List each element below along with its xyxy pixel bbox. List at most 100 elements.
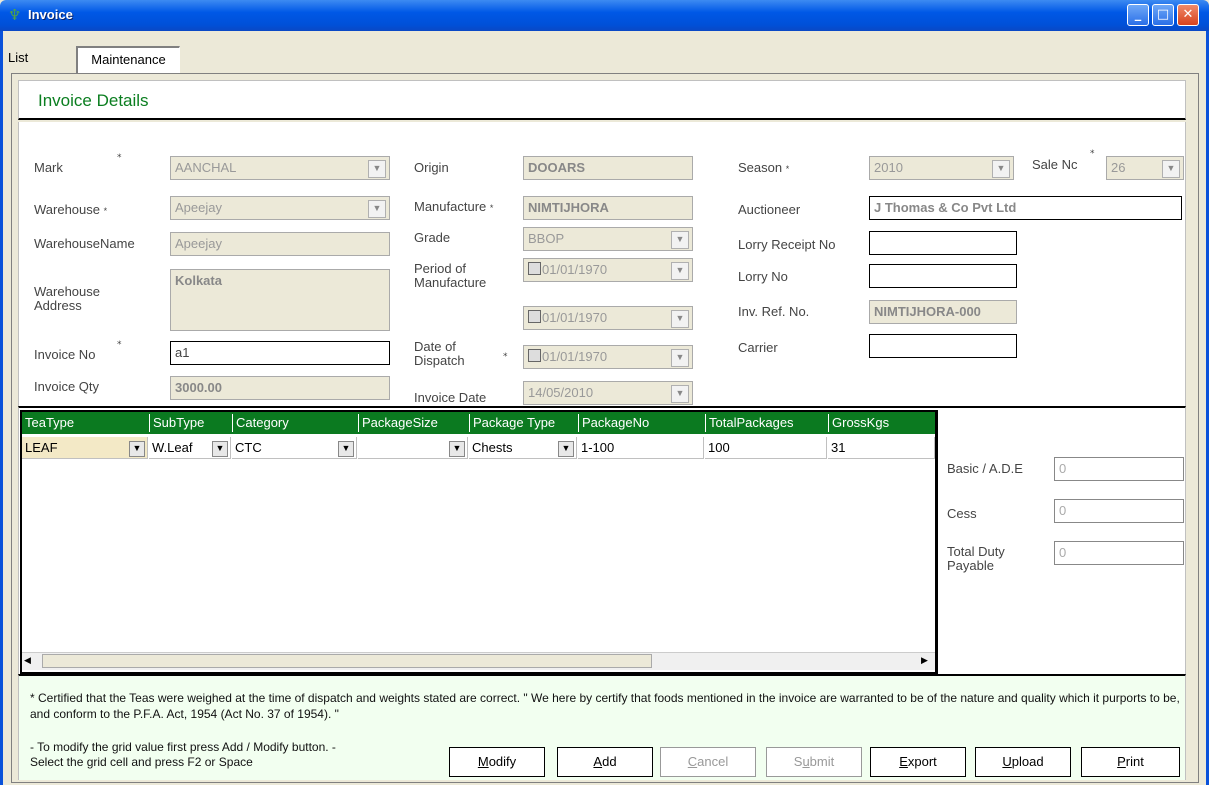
header-box: [18, 80, 1186, 120]
chevron-down-icon[interactable]: ▼: [368, 160, 386, 178]
warehouse-address-field[interactable]: Kolkata: [170, 269, 390, 331]
chevron-down-icon[interactable]: ▼: [338, 441, 354, 457]
scrollbar-thumb[interactable]: [42, 654, 652, 668]
page-title: Invoice Details: [38, 91, 149, 110]
certification-text: * Certified that the Teas were weighed a…: [30, 691, 1180, 721]
warehouse-address-label: Warehouse Address: [34, 284, 100, 313]
grid-cell-teatype[interactable]: LEAF ▼: [22, 437, 148, 459]
chevron-down-icon[interactable]: ▼: [1162, 160, 1180, 178]
chevron-down-icon[interactable]: ▼: [671, 231, 689, 249]
warehouse-select[interactable]: Apeejay ▼: [170, 196, 390, 220]
auctioneer-label: Auctioneer: [738, 202, 801, 217]
tab-maintenance[interactable]: Maintenance: [76, 46, 180, 73]
window-title: Invoice: [28, 7, 73, 22]
chevron-down-icon[interactable]: ▼: [129, 441, 145, 457]
invoice-no-input[interactable]: a1: [170, 341, 390, 365]
required-marker: *: [503, 352, 508, 362]
window-border-left: [0, 31, 3, 785]
chevron-down-icon[interactable]: ▼: [212, 441, 228, 457]
origin-label: Origin: [414, 160, 449, 175]
chevron-down-icon[interactable]: ▼: [671, 262, 689, 280]
warehouse-name-label: WarehouseName: [34, 236, 135, 251]
invoice-date-picker[interactable]: 14/05/2010 ▼: [523, 381, 693, 405]
submit-button[interactable]: Submit: [766, 747, 862, 777]
date-checkbox[interactable]: [528, 262, 541, 275]
cancel-button[interactable]: Cancel: [660, 747, 756, 777]
lorry-receipt-no-label: Lorry Receipt No: [738, 237, 836, 252]
chevron-down-icon[interactable]: ▼: [671, 310, 689, 328]
export-button[interactable]: Export: [870, 747, 966, 777]
maximize-button[interactable]: □: [1152, 4, 1174, 26]
grid-cell-packageno[interactable]: 1-100: [578, 437, 704, 459]
required-marker: *: [1090, 149, 1095, 159]
period-of-manufacture-label: Period of Manufacture: [414, 261, 487, 290]
mark-select[interactable]: AANCHAL ▼: [170, 156, 390, 180]
grid-header-category[interactable]: Category: [232, 414, 357, 432]
close-button[interactable]: ✕: [1177, 4, 1199, 26]
grid-cell-totalpackages[interactable]: 100: [705, 437, 827, 459]
app-leaf-icon: ♆: [8, 6, 22, 24]
chevron-down-icon[interactable]: ▼: [992, 160, 1010, 178]
invoice-qty-field[interactable]: 3000.00: [170, 376, 390, 400]
origin-field[interactable]: DOOARS: [523, 156, 693, 180]
grid-header-packageno[interactable]: PackageNo: [578, 414, 704, 432]
grid-cell-subtype[interactable]: W.Leaf ▼: [149, 437, 231, 459]
chevron-down-icon[interactable]: ▼: [671, 349, 689, 367]
grid-header-grosskgs[interactable]: GrossKgs: [828, 414, 935, 432]
dispatch-date-picker[interactable]: 01/01/1970 ▼: [523, 345, 693, 369]
minimize-button[interactable]: _: [1127, 4, 1149, 26]
scroll-right-icon[interactable]: ▶: [921, 656, 928, 666]
date-checkbox[interactable]: [528, 349, 541, 362]
grade-label: Grade: [414, 230, 451, 245]
modify-button[interactable]: Modify: [449, 747, 545, 777]
invoice-date-label: Invoice Date: [414, 390, 487, 405]
chevron-down-icon[interactable]: ▼: [368, 200, 386, 218]
lorry-receipt-no-input[interactable]: [869, 231, 1017, 255]
grid-header-teatype[interactable]: TeaType: [22, 414, 148, 432]
date-checkbox[interactable]: [528, 310, 541, 323]
inv-ref-no-field[interactable]: NIMTIJHORA-000: [869, 300, 1017, 324]
manufacture-field[interactable]: NIMTIJHORA: [523, 196, 693, 220]
manufacture-label: Manufacture *: [414, 199, 494, 214]
chevron-down-icon[interactable]: ▼: [558, 441, 574, 457]
mark-label: Mark: [34, 160, 63, 175]
lorry-no-input[interactable]: [869, 264, 1017, 288]
grid-header-packagesize[interactable]: PackageSize: [358, 414, 468, 432]
grid-cell-grosskgs[interactable]: 31: [828, 437, 935, 459]
required-marker: *: [117, 153, 122, 163]
period-to-date-picker[interactable]: 01/01/1970 ▼: [523, 306, 693, 330]
date-of-dispatch-label: Date of Dispatch: [414, 339, 465, 368]
print-button[interactable]: Print: [1081, 747, 1180, 777]
invoice-qty-label: Invoice Qty: [34, 379, 100, 394]
warehouse-label: Warehouse *: [34, 202, 108, 217]
grid-cell-packagesize[interactable]: ▼: [358, 437, 468, 459]
carrier-input[interactable]: [869, 334, 1017, 358]
sale-no-label: Sale Nc: [1032, 157, 1078, 172]
sale-no-select[interactable]: 26 ▼: [1106, 156, 1184, 180]
carrier-label: Carrier: [738, 340, 778, 355]
inv-ref-no-label: Inv. Ref. No.: [738, 304, 810, 319]
total-duty-field[interactable]: 0: [1054, 541, 1184, 565]
auctioneer-field[interactable]: J Thomas & Co Pvt Ltd: [869, 196, 1182, 220]
grid-header-subtype[interactable]: SubType: [149, 414, 231, 432]
lorry-no-label: Lorry No: [738, 269, 788, 284]
chevron-down-icon[interactable]: ▼: [671, 385, 689, 403]
scroll-left-icon[interactable]: ◀: [24, 656, 31, 666]
grid-cell-packagetype[interactable]: Chests ▼: [469, 437, 577, 459]
title-bar[interactable]: [0, 0, 1209, 31]
help-text: - To modify the grid value first press A…: [30, 740, 336, 769]
basic-ade-field[interactable]: 0: [1054, 457, 1184, 481]
grid-header-totalpackages[interactable]: TotalPackages: [705, 414, 827, 432]
grade-select[interactable]: BBOP ▼: [523, 227, 693, 251]
warehouse-name-field[interactable]: Apeejay: [170, 232, 390, 256]
grid-header-packagetype[interactable]: Package Type: [469, 414, 577, 432]
chevron-down-icon[interactable]: ▼: [449, 441, 465, 457]
upload-button[interactable]: Upload: [975, 747, 1071, 777]
period-from-date-picker[interactable]: 01/01/1970 ▼: [523, 258, 693, 282]
grid-cell-category[interactable]: CTC ▼: [232, 437, 357, 459]
add-button[interactable]: Add: [557, 747, 653, 777]
season-label: Season *: [738, 160, 790, 175]
cess-field[interactable]: 0: [1054, 499, 1184, 523]
season-select[interactable]: 2010 ▼: [869, 156, 1014, 180]
total-duty-label: Total Duty Payable: [947, 544, 1005, 573]
